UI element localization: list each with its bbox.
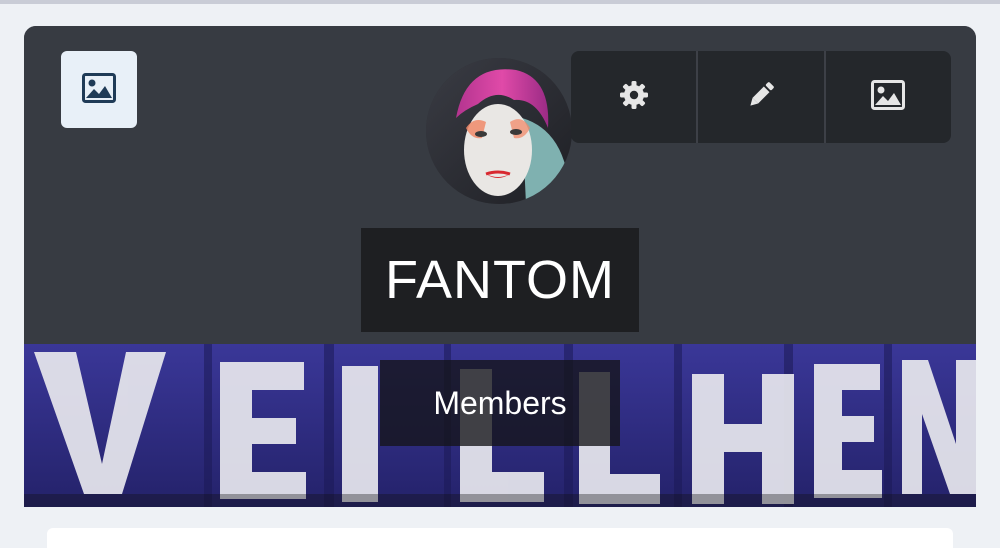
cover-banner: Members	[24, 344, 976, 507]
gear-icon	[619, 80, 649, 114]
avatar[interactable]	[426, 58, 572, 204]
profile-action-group	[571, 51, 951, 143]
change-image-button[interactable]	[823, 51, 951, 143]
image-icon	[82, 72, 116, 107]
cover-image-toggle-button[interactable]	[61, 51, 137, 128]
profile-name-box: FANTOM	[361, 228, 639, 332]
profile-card: FANTOM Members	[24, 26, 976, 507]
members-label: Members	[433, 384, 567, 421]
pencil-icon	[746, 80, 776, 114]
content-card-top	[47, 528, 953, 548]
edit-button[interactable]	[696, 51, 823, 143]
profile-header: FANTOM	[24, 26, 976, 344]
avatar-image	[426, 58, 572, 204]
top-strip	[0, 0, 1000, 4]
settings-button[interactable]	[571, 51, 696, 143]
image-icon	[871, 80, 906, 114]
profile-name: FANTOM	[384, 250, 615, 310]
members-button[interactable]: Members	[380, 360, 620, 446]
